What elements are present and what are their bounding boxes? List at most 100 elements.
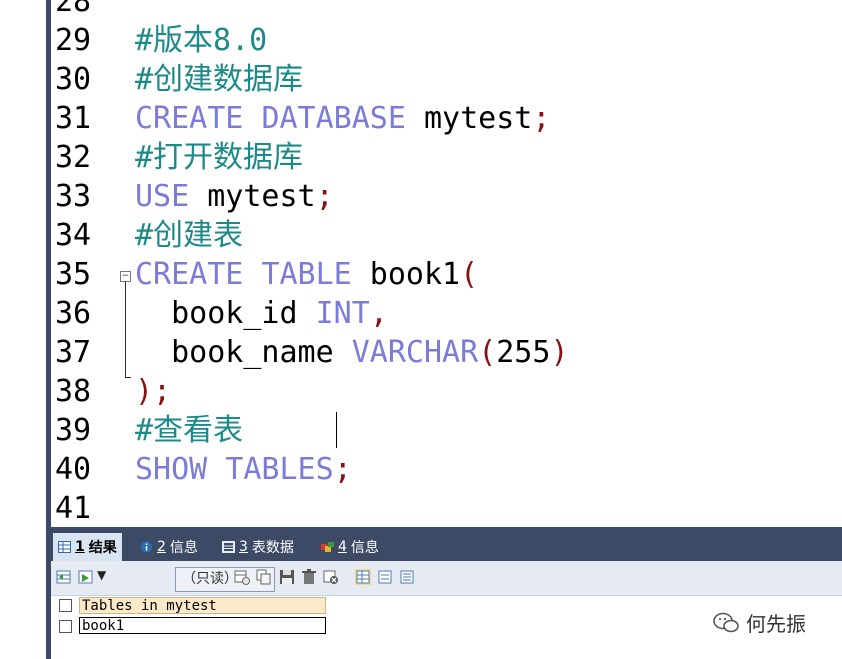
sql-punctuation: ;	[333, 452, 352, 487]
import-grid-icon[interactable]	[78, 569, 94, 585]
sql-punctuation: )	[550, 335, 569, 370]
sql-keyword: CREATE	[135, 101, 244, 136]
code-line[interactable]: 29 #版本8.0	[51, 21, 842, 60]
text-view-icon[interactable]	[399, 569, 415, 585]
sql-identifier: mytest	[189, 179, 316, 214]
sql-keyword: TABLES	[225, 452, 334, 487]
sql-keyword: USE	[135, 179, 190, 214]
code-text: SHOW TABLES;	[135, 450, 352, 489]
code-text: #创建表	[135, 216, 243, 255]
sql-punctuation: (	[460, 257, 479, 292]
sql-keyword: TABLE	[261, 257, 352, 292]
line-number: 39	[55, 413, 92, 448]
line-number: 28	[55, 0, 92, 19]
code-text: book_name VARCHAR(255)	[135, 333, 569, 372]
tab-messages[interactable]: 2 信息	[135, 533, 203, 561]
grid-result-icon	[58, 541, 71, 553]
duplicate-row-icon[interactable]	[256, 569, 272, 585]
code-text: book_id INT,	[135, 294, 388, 333]
line-number: 30	[55, 62, 92, 97]
sql-comment: #创建表	[135, 218, 244, 253]
sql-keyword: VARCHAR	[351, 335, 479, 370]
sql-keyword: DATABASE	[261, 101, 406, 136]
code-line[interactable]: 40 SHOW TABLES;	[51, 450, 842, 489]
grid-view-icon[interactable]	[355, 569, 371, 585]
code-text: CREATE DATABASE mytest;	[135, 99, 550, 138]
colored-squares-icon	[321, 542, 334, 552]
tab-info-label: 信息	[350, 540, 379, 556]
code-text: );	[135, 372, 171, 411]
code-line[interactable]: 31 CREATE DATABASE mytest;	[51, 99, 842, 138]
code-line[interactable]: 39 #查看表	[51, 411, 842, 450]
sql-identifier: book1	[351, 257, 461, 292]
sql-keyword: INT	[315, 296, 370, 331]
read-only-mode-value: （只读）	[182, 571, 238, 587]
row-checkbox[interactable]	[59, 620, 72, 633]
cancel-changes-icon[interactable]	[323, 569, 339, 585]
code-line[interactable]: 38);	[51, 372, 842, 411]
save-icon[interactable]	[279, 569, 295, 585]
table-data-icon	[222, 541, 235, 553]
code-line[interactable]: 37 book_name VARCHAR(255)	[51, 333, 842, 372]
tab-table-data-number: 3	[239, 539, 248, 555]
results-toolbar: ▼ （只读） ⌵	[51, 561, 842, 596]
code-line[interactable]: 41	[51, 489, 842, 527]
line-number: 38	[55, 374, 92, 409]
code-line[interactable]: 34 #创建表	[51, 216, 842, 255]
sql-comment: #创建数据库	[135, 62, 304, 97]
code-text: USE mytest;	[135, 177, 334, 216]
sql-editor[interactable]: 28 29 #版本8.0 30 #创建数据库 31 CREATE DATABASE myte…	[51, 0, 842, 527]
tab-results[interactable]: 1 结果	[53, 533, 122, 561]
fold-range-end	[125, 377, 131, 378]
code-line[interactable]: 32 #打开数据库	[51, 138, 842, 177]
code-line[interactable]: 30 #创建数据库	[51, 60, 842, 99]
tab-info-number: 4	[338, 539, 347, 555]
code-text: #打开数据库	[135, 138, 303, 177]
table-row[interactable]: book1	[79, 617, 326, 634]
result-tab-bar: 1 结果 2 信息 3 表数据 4 信息	[51, 527, 842, 561]
line-number: 41	[55, 491, 92, 526]
watermark: 何先振	[712, 608, 806, 637]
info-circle-icon	[141, 541, 152, 553]
form-view-icon[interactable]	[377, 569, 393, 585]
tab-results-number: 1	[75, 539, 85, 555]
line-number: 40	[55, 452, 92, 487]
sql-punctuation: (	[478, 335, 497, 370]
watermark-text: 何先振	[746, 612, 806, 636]
tab-info[interactable]: 4 信息	[316, 533, 384, 561]
code-line[interactable]: 35 CREATE TABLE book1(	[51, 255, 842, 294]
column-header[interactable]: Tables in mytest	[79, 597, 326, 614]
code-line[interactable]: 33 USE mytest;	[51, 177, 842, 216]
sql-identifier: 255	[496, 335, 551, 370]
chevron-down-icon[interactable]: ▼	[97, 568, 106, 582]
wechat-icon	[713, 612, 739, 632]
sql-punctuation: ;	[532, 101, 551, 136]
sql-comment: #版本8.0	[135, 23, 268, 58]
tab-table-data-label: 表数据	[251, 540, 294, 556]
code-line[interactable]: 36 book_id INT,	[51, 294, 842, 333]
line-number: 32	[55, 140, 92, 175]
line-number: 33	[55, 179, 92, 214]
sql-keyword: SHOW	[135, 452, 208, 487]
code-line[interactable]: 28	[51, 0, 842, 21]
sql-identifier	[243, 101, 261, 136]
line-number: 35	[55, 257, 92, 292]
line-number: 31	[55, 101, 92, 136]
line-number: 37	[55, 335, 92, 370]
export-grid-icon[interactable]	[56, 569, 72, 585]
sql-comment: #查看表	[135, 413, 244, 448]
code-text: CREATE TABLE book1(	[135, 255, 478, 294]
delete-trash-icon[interactable]	[301, 569, 317, 585]
add-row-icon[interactable]	[234, 569, 250, 585]
sql-identifier: book_name	[135, 335, 352, 370]
sql-keyword: CREATE	[135, 257, 244, 292]
sql-identifier	[207, 452, 225, 487]
select-all-checkbox[interactable]	[59, 599, 72, 612]
fold-range-line	[125, 281, 126, 377]
tab-table-data[interactable]: 3 表数据	[217, 533, 299, 561]
code-text: #版本8.0	[135, 21, 267, 60]
sql-punctuation: ,	[369, 296, 388, 331]
line-number: 34	[55, 218, 92, 253]
code-text: #查看表	[135, 411, 243, 450]
tab-messages-number: 2	[157, 539, 166, 555]
